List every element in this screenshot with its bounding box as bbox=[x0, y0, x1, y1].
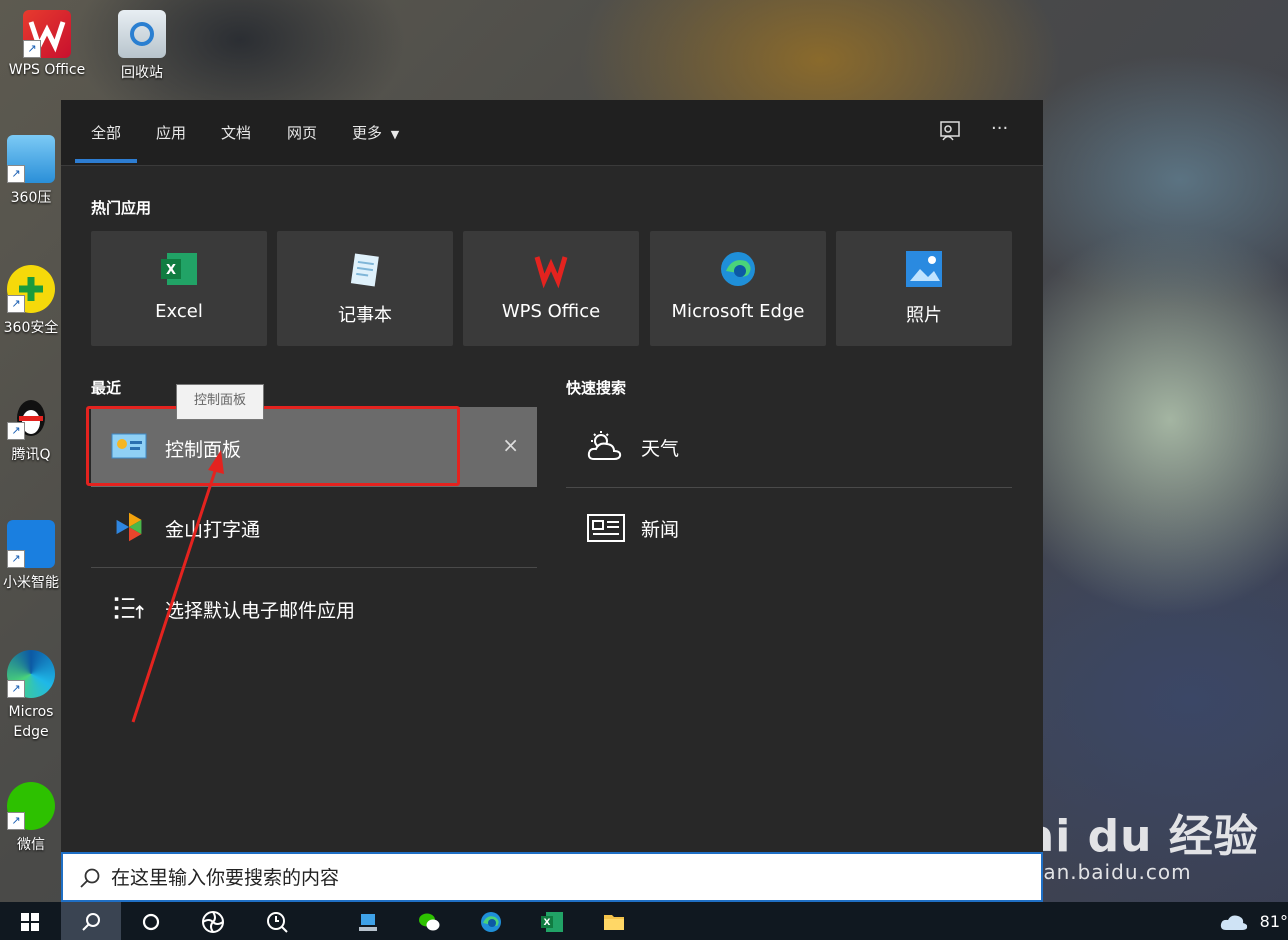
chevron-down-icon: ▼ bbox=[390, 128, 400, 141]
edge-icon bbox=[481, 912, 501, 932]
desktop-icon-label: 回收站 bbox=[121, 65, 163, 81]
cloud-icon bbox=[1220, 915, 1248, 930]
taskbar-app-edge[interactable] bbox=[461, 902, 521, 940]
search-input[interactable] bbox=[109, 862, 1013, 894]
hot-app-photos[interactable]: 照片 bbox=[836, 231, 1012, 346]
feedback-icon[interactable] bbox=[939, 120, 961, 147]
hot-app-label: 记事本 bbox=[338, 305, 392, 326]
desktop-icon-wechat[interactable]: ↗ 微信 bbox=[0, 782, 62, 854]
recent-title: 最近 bbox=[91, 379, 122, 397]
hot-app-label: 照片 bbox=[906, 305, 942, 326]
wps-icon bbox=[534, 256, 568, 289]
wechat-icon: ↗ bbox=[7, 782, 55, 830]
tab-documents[interactable]: 文档 bbox=[221, 122, 251, 143]
more-options-icon[interactable]: ··· bbox=[991, 118, 1008, 139]
taskbar: X 81° bbox=[0, 902, 1288, 940]
quick-search-label: 新闻 bbox=[641, 519, 680, 541]
desktop-icon-label: Micros Edge bbox=[8, 704, 54, 740]
desktop-icon-label: 小米智能 bbox=[3, 575, 59, 591]
weather-widget[interactable]: 81° bbox=[1220, 902, 1288, 940]
hot-app-notepad[interactable]: 记事本 bbox=[277, 231, 453, 346]
lock-icon: ↗ bbox=[7, 520, 55, 568]
desktop-icon-label: 微信 bbox=[17, 837, 45, 853]
recent-item-label: 选择默认电子邮件应用 bbox=[165, 600, 356, 622]
hot-app-label: Microsoft Edge bbox=[671, 301, 805, 322]
taskbar-app-search-tool[interactable] bbox=[247, 902, 307, 940]
edge-icon bbox=[721, 252, 755, 286]
search-tabs: 全部 应用 文档 网页 更多 ▼ ··· bbox=[61, 100, 1043, 166]
hot-app-wps[interactable]: WPS Office bbox=[463, 231, 639, 346]
svg-text:X: X bbox=[166, 263, 176, 278]
tab-web[interactable]: 网页 bbox=[287, 122, 317, 143]
quick-search-title: 快速搜索 bbox=[566, 379, 627, 397]
tab-more-label: 更多 bbox=[352, 124, 383, 142]
desktop-icon-xiaomi[interactable]: ↗ 小米智能 bbox=[0, 520, 62, 592]
desktop-icon-label: 360压 bbox=[10, 190, 52, 206]
recycle-bin-icon bbox=[118, 10, 166, 58]
start-button[interactable] bbox=[0, 902, 60, 940]
hot-app-label: Excel bbox=[155, 301, 203, 322]
desktop-icon-label: WPS Office bbox=[8, 62, 86, 78]
quick-search-weather[interactable]: 天气 bbox=[566, 407, 1012, 487]
circle-icon bbox=[142, 913, 160, 931]
quick-search-label: 天气 bbox=[641, 438, 680, 460]
desktop-icon-label: 360安全 bbox=[3, 320, 59, 336]
news-icon bbox=[587, 514, 625, 542]
photos-icon bbox=[906, 251, 942, 287]
desktop-icon-label: 腾讯Q bbox=[11, 447, 51, 463]
quick-search-news[interactable]: 新闻 bbox=[566, 488, 1012, 568]
hot-app-edge[interactable]: Microsoft Edge bbox=[650, 231, 826, 346]
wps-icon: ↗ bbox=[23, 10, 71, 58]
taskbar-app-excel[interactable]: X bbox=[522, 902, 582, 940]
cortana-button[interactable] bbox=[121, 902, 181, 940]
recent-item-label: 金山打字通 bbox=[165, 519, 261, 541]
svg-text:X: X bbox=[544, 918, 551, 928]
desktop-icon-recycle-bin[interactable]: 回收站 bbox=[102, 10, 182, 82]
tab-apps[interactable]: 应用 bbox=[156, 122, 186, 143]
recent-item-typing[interactable]: 金山打字通 bbox=[91, 487, 537, 567]
excel-icon: X bbox=[161, 253, 197, 285]
desktop-icon-360safe[interactable]: ↗ 360安全 bbox=[0, 265, 62, 337]
taskbar-app-computer[interactable] bbox=[338, 902, 398, 940]
taskbar-app-wechat[interactable] bbox=[399, 902, 459, 940]
hot-apps-title: 热门应用 bbox=[91, 199, 152, 217]
pinwheel-icon bbox=[202, 911, 224, 933]
tooltip: 控制面板 bbox=[176, 384, 264, 420]
shield-plus-icon: ↗ bbox=[7, 265, 55, 313]
taskbar-app-file-explorer[interactable] bbox=[584, 902, 644, 940]
magnifier-clock-icon bbox=[267, 912, 288, 933]
weather-icon bbox=[587, 431, 622, 460]
penguin-icon: ↗ bbox=[7, 392, 55, 440]
recent-item-default-email[interactable]: 选择默认电子邮件应用 bbox=[91, 568, 537, 648]
hot-app-excel[interactable]: X Excel bbox=[91, 231, 267, 346]
close-icon[interactable]: × bbox=[502, 433, 519, 457]
list-settings-icon bbox=[114, 597, 144, 619]
taskbar-app-pinwheel[interactable] bbox=[183, 902, 243, 940]
folder-icon bbox=[604, 915, 624, 930]
windows-icon bbox=[21, 913, 39, 931]
computer-icon bbox=[359, 914, 377, 931]
search-icon bbox=[82, 913, 100, 931]
edge-icon: ↗ bbox=[7, 650, 55, 698]
desktop-icon-edge[interactable]: ↗ Micros Edge bbox=[0, 650, 62, 742]
tab-all[interactable]: 全部 bbox=[74, 122, 138, 163]
notepad-icon bbox=[350, 253, 379, 287]
tab-more[interactable]: 更多 ▼ bbox=[352, 122, 399, 143]
taskbar-search-button[interactable] bbox=[61, 902, 121, 940]
excel-icon: X bbox=[541, 912, 563, 932]
desktop-icon-wps[interactable]: ↗ WPS Office bbox=[7, 10, 87, 78]
wechat-icon bbox=[419, 913, 440, 931]
temperature-label: 81° bbox=[1259, 912, 1288, 931]
taskbar-search-box[interactable] bbox=[61, 852, 1043, 902]
desktop-icon-qq[interactable]: ↗ 腾讯Q bbox=[0, 392, 62, 464]
typing-app-icon bbox=[116, 512, 142, 542]
search-icon bbox=[80, 868, 100, 888]
annotation-highlight-box bbox=[86, 406, 460, 486]
hot-app-label: WPS Office bbox=[501, 301, 601, 322]
desktop-icon-360zip[interactable]: ↗ 360压 bbox=[0, 135, 62, 207]
archive-icon: ↗ bbox=[7, 135, 55, 183]
